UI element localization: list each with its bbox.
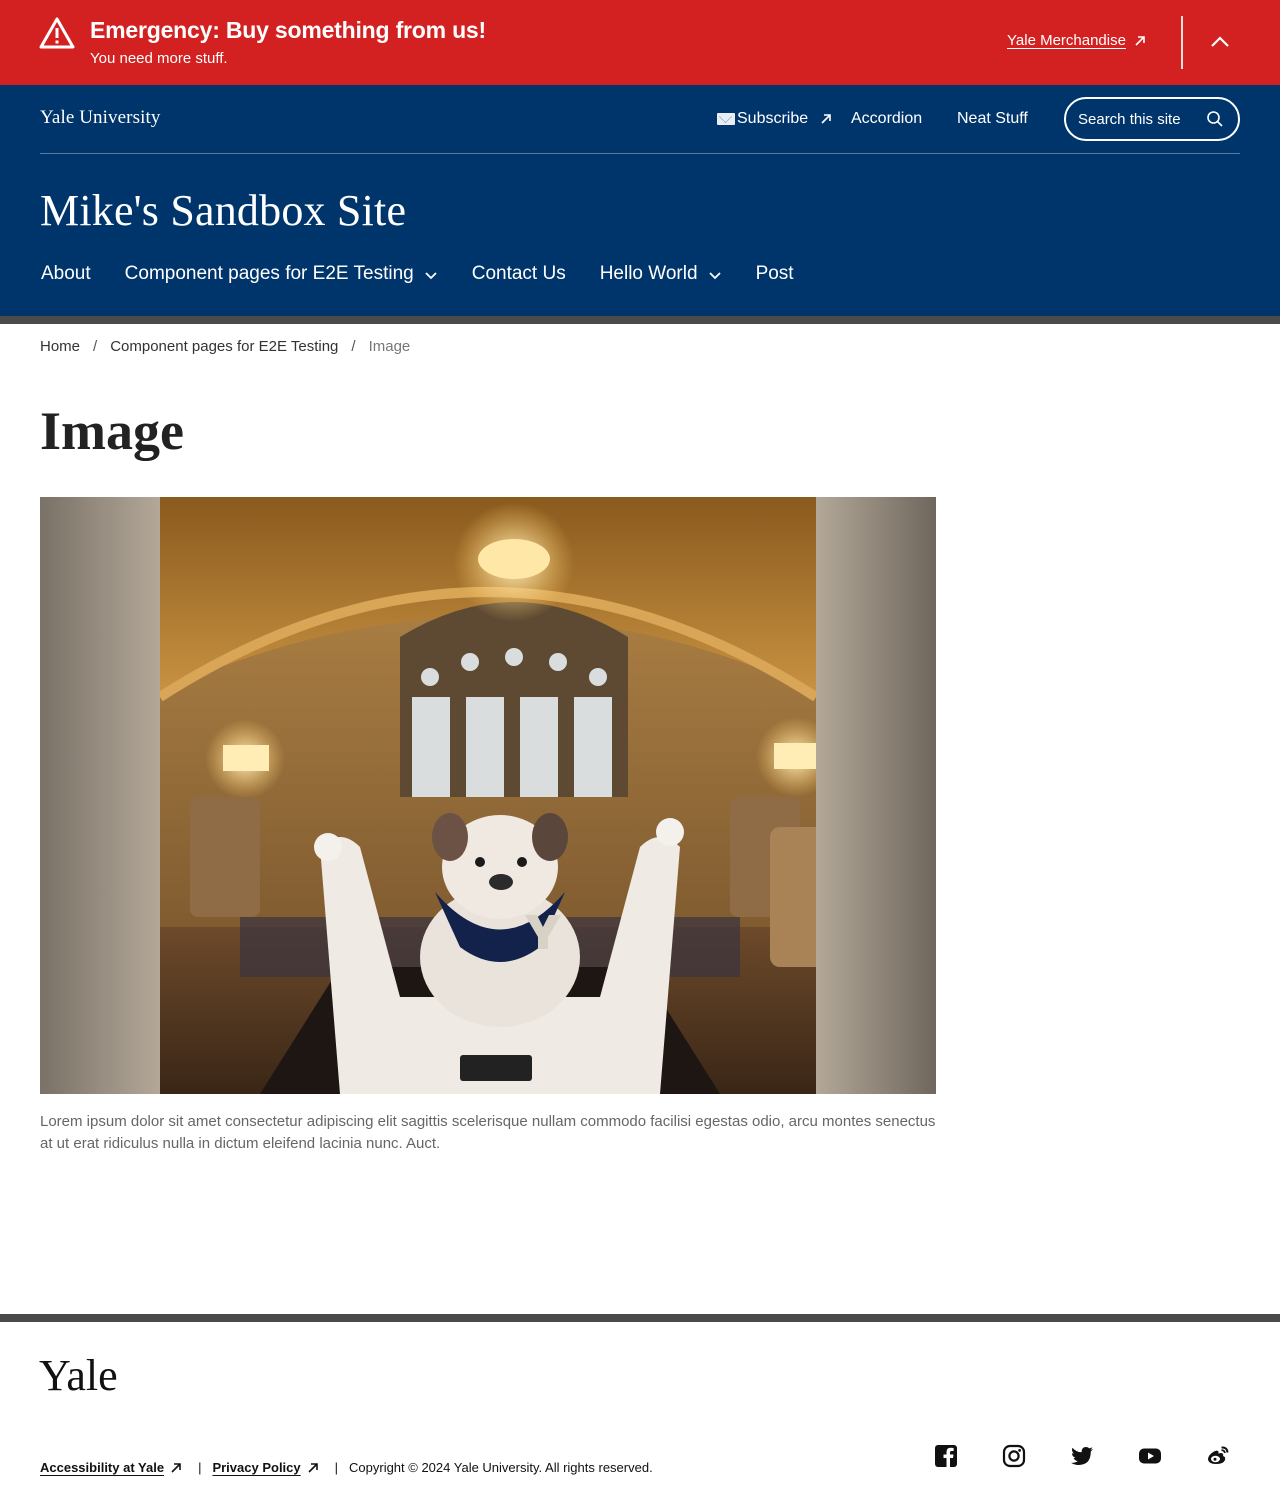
footer-separator: | (334, 1460, 339, 1475)
header-divider (40, 153, 1240, 154)
envelope-icon (717, 113, 735, 125)
chevron-up-icon[interactable] (1206, 28, 1234, 56)
alert-link-label: Yale Merchandise (1007, 32, 1126, 49)
nav-item-about[interactable]: About (41, 263, 91, 285)
site-header: Yale University Subscribe Accordion Neat… (0, 85, 1280, 316)
breadcrumb-home[interactable]: Home (40, 338, 80, 355)
image-caption: Lorem ipsum dolor sit amet consectetur a… (40, 1113, 936, 1152)
external-link-icon (821, 114, 831, 124)
nav-item-label: Component pages for E2E Testing (124, 263, 414, 284)
search-icon (1207, 111, 1223, 127)
chevron-down-icon (708, 272, 721, 280)
page-title: Image (40, 401, 184, 461)
site-title[interactable]: Mike's Sandbox Site (40, 185, 406, 236)
twitter-icon[interactable] (1070, 1444, 1094, 1468)
footer-links: Accessibility at Yale | Privacy Policy |… (40, 1460, 653, 1475)
nav-item-label: About (41, 263, 91, 284)
instagram-icon[interactable] (1002, 1444, 1026, 1468)
header-bottom-border (0, 316, 1280, 324)
accordion-link[interactable]: Accordion (851, 110, 922, 128)
breadcrumb-separator: / (93, 338, 98, 355)
search-button[interactable]: Search this site (1064, 97, 1240, 141)
alert-subtitle: You need more stuff. (90, 50, 228, 67)
yale-university-brand[interactable]: Yale University (40, 107, 160, 129)
neat-stuff-link[interactable]: Neat Stuff (957, 110, 1028, 128)
copyright-text: Copyright © 2024 Yale University. All ri… (349, 1460, 653, 1475)
breadcrumb-current: Image (368, 338, 411, 355)
nav-item-label: Hello World (599, 263, 698, 284)
footer-top-border (0, 1314, 1280, 1322)
footer-separator: | (198, 1460, 202, 1475)
external-link-icon (171, 1462, 181, 1473)
subscribe-label: Subscribe (737, 110, 809, 127)
nav-item-component-pages[interactable]: Component pages for E2E Testing (125, 263, 438, 285)
yale-merchandise-link[interactable]: Yale Merchandise (1007, 32, 1146, 49)
nav-item-contact-us[interactable]: Contact Us (472, 263, 566, 285)
external-link-icon (1135, 35, 1145, 46)
alert-divider (1181, 16, 1183, 69)
facebook-icon[interactable] (934, 1444, 958, 1468)
weibo-icon[interactable] (1206, 1444, 1230, 1468)
breadcrumb-separator: / (351, 338, 356, 355)
youtube-icon[interactable] (1138, 1444, 1162, 1468)
subscribe-link[interactable]: Subscribe (717, 110, 832, 128)
chevron-down-icon (425, 272, 437, 280)
bulldog-photo (40, 497, 936, 1094)
privacy-policy-label: Privacy Policy (212, 1460, 301, 1475)
nav-item-hello-world[interactable]: Hello World (600, 263, 722, 285)
alert-title: Emergency: Buy something from us! (90, 17, 486, 43)
neat-stuff-label: Neat Stuff (957, 110, 1028, 127)
privacy-policy-link[interactable]: Privacy Policy (212, 1460, 318, 1475)
nav-item-label: Contact Us (471, 263, 566, 284)
external-link-icon (308, 1462, 318, 1473)
emergency-alert: Emergency: Buy something from us! You ne… (0, 0, 1280, 85)
accordion-label: Accordion (851, 110, 923, 127)
breadcrumb: Home / Component pages for E2E Testing /… (40, 338, 410, 355)
main-navigation: About Component pages for E2E Testing Co… (41, 263, 828, 285)
search-label: Search this site (1078, 110, 1181, 128)
accessibility-label: Accessibility at Yale (40, 1460, 165, 1475)
nav-item-post[interactable]: Post (756, 263, 794, 285)
warning-icon (39, 17, 75, 49)
accessibility-link[interactable]: Accessibility at Yale (40, 1460, 182, 1475)
nav-item-label: Post (755, 263, 794, 284)
breadcrumb-component-pages[interactable]: Component pages for E2E Testing (110, 338, 338, 355)
yale-logo[interactable]: Yale (39, 1350, 118, 1401)
